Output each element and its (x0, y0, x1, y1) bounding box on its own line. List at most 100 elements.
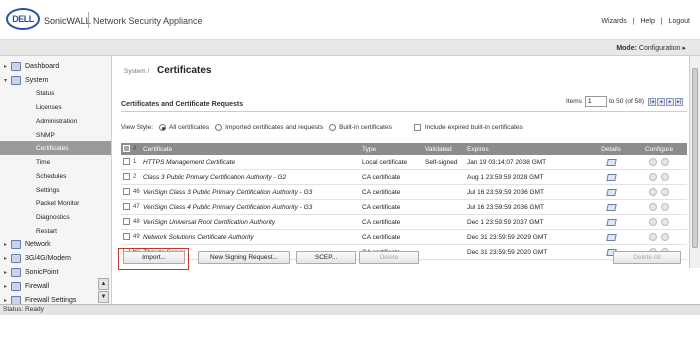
action-buttons: Import... New Signing Request... SCEP...… (118, 248, 687, 270)
details-icon[interactable] (605, 173, 617, 181)
sidebar-item-settings[interactable]: Settings (0, 183, 111, 197)
sidebar-item-licenses[interactable]: Licenses (0, 100, 111, 114)
sidebar-item-snmp[interactable]: SNMP (0, 128, 111, 142)
wizards-link[interactable]: Wizards (601, 18, 626, 25)
sidebar-item-label: 3G/4G/Modem (25, 254, 71, 262)
breadcrumb[interactable]: System / (124, 68, 149, 75)
import-icon[interactable] (661, 173, 669, 181)
next-page-button[interactable]: ▸ (666, 97, 674, 106)
include-expired-checkbox[interactable] (413, 124, 421, 131)
table-row: 49 Network Solutions Certificate Authori… (121, 230, 687, 245)
details-icon[interactable] (605, 158, 617, 166)
sidebar-item-schedules[interactable]: Schedules (0, 169, 111, 183)
radio-imported-certificates[interactable] (215, 124, 223, 131)
sidebar-scroll-controls: ▲ ▼ (98, 278, 110, 304)
certificate-name: Class 3 Public Primary Certification Aut… (143, 173, 287, 181)
brand-name: SonicWALL (44, 16, 91, 26)
details-icon[interactable] (605, 233, 617, 241)
row-checkbox[interactable] (123, 217, 130, 225)
radio-label: Built-in certificates (339, 124, 392, 131)
select-all-checkbox[interactable] (123, 144, 130, 152)
checkbox-label: Include expired built-in certificates (424, 124, 523, 131)
import-icon[interactable] (661, 158, 669, 166)
export-icon[interactable] (649, 218, 657, 226)
col-certificate[interactable]: Certificate (143, 146, 362, 153)
row-checkbox[interactable] (123, 157, 130, 165)
network-icon (11, 239, 21, 249)
certificate-expires: Dec 31 23:59:59 2029 GMT (467, 233, 548, 241)
export-icon[interactable] (649, 233, 657, 241)
scrollbar-thumb[interactable] (692, 68, 698, 248)
import-icon[interactable] (661, 233, 669, 241)
radio-built-in-certificates[interactable] (329, 124, 337, 131)
export-icon[interactable] (649, 203, 657, 211)
items-range: to 50 (of 58) (608, 98, 644, 105)
sidebar-item-label: SonicPoint (25, 268, 59, 276)
row-checkbox[interactable] (123, 187, 130, 195)
sidebar-item-dashboard[interactable]: ▸ Dashboard (4, 59, 59, 73)
sonicpoint-icon (11, 267, 21, 277)
import-icon[interactable] (661, 203, 669, 211)
sidebar-item-time[interactable]: Time (0, 155, 111, 169)
sidebar-item-3g4g-modem[interactable]: ▸ 3G/4G/Modem (4, 251, 71, 265)
expand-arrow-icon: ▸ (4, 255, 8, 262)
sidebar-item-label: System (25, 76, 49, 84)
certificate-name: HTTPS Management Certificate (143, 158, 236, 166)
help-link[interactable]: Help (640, 18, 654, 25)
export-icon[interactable] (649, 188, 657, 196)
radio-all-certificates[interactable] (159, 124, 167, 131)
certificate-name: VeriSign Class 3 Public Primary Certific… (143, 188, 313, 196)
scep-button[interactable]: SCEP... (296, 251, 356, 264)
export-icon[interactable] (649, 158, 657, 166)
delete-all-button[interactable]: Delete All (613, 251, 681, 264)
row-checkbox[interactable] (123, 172, 130, 180)
status-bar: Status: Ready (0, 304, 700, 315)
col-details: Details (601, 145, 621, 153)
logout-link[interactable]: Logout (669, 18, 690, 25)
radio-label: All certificates (169, 124, 210, 131)
sidebar-item-diagnostics[interactable]: Diagnostics (0, 210, 111, 224)
sidebar-item-label: Dashboard (25, 62, 60, 70)
scroll-down-button[interactable]: ▼ (98, 291, 109, 303)
sidebar-item-firewall[interactable]: ▸ Firewall (4, 279, 49, 293)
main-scrollbar[interactable] (689, 56, 700, 268)
prev-page-button[interactable]: ◂ (657, 97, 665, 106)
row-checkbox[interactable] (123, 202, 130, 210)
sidebar: ▸ Dashboard ▾ System Status Licenses Adm… (0, 56, 112, 304)
sidebar-item-restart[interactable]: Restart (0, 224, 111, 238)
certificate-name: VeriSign Universal Root Certification Au… (143, 218, 276, 226)
sidebar-item-firewall-settings[interactable]: ▸ Firewall Settings (4, 293, 76, 304)
import-button[interactable]: Import... (123, 251, 185, 264)
first-page-button[interactable]: |◂ (648, 97, 656, 106)
col-index: # (133, 146, 137, 152)
details-icon[interactable] (605, 188, 617, 196)
view-style-label: View Style: (121, 124, 154, 131)
dell-logo: DELL (6, 8, 40, 30)
sidebar-item-sonicpoint[interactable]: ▸ SonicPoint (4, 265, 58, 279)
sidebar-item-network[interactable]: ▸ Network (4, 237, 51, 251)
mode-selector[interactable]: Mode: Configuration ▸ (616, 44, 686, 52)
details-icon[interactable] (605, 218, 617, 226)
sidebar-item-certificates[interactable]: Certificates (0, 141, 111, 155)
certificate-type: CA certificate (362, 203, 401, 211)
col-validated[interactable]: Validated (425, 146, 467, 153)
dashboard-icon (11, 61, 21, 71)
col-type[interactable]: Type (362, 146, 425, 153)
sidebar-item-status[interactable]: Status (0, 86, 111, 100)
sidebar-item-packet-monitor[interactable]: Packet Monitor (0, 196, 111, 210)
sidebar-item-administration[interactable]: Administration (0, 114, 111, 128)
new-signing-request-button[interactable]: New Signing Request... (198, 251, 290, 264)
scroll-up-button[interactable]: ▲ (98, 278, 109, 290)
delete-button[interactable]: Delete (359, 251, 419, 264)
items-start-input[interactable] (584, 96, 607, 107)
import-icon[interactable] (661, 218, 669, 226)
sidebar-item-system[interactable]: ▾ System (4, 73, 48, 87)
row-checkbox[interactable] (123, 232, 130, 240)
export-icon[interactable] (649, 173, 657, 181)
import-icon[interactable] (661, 188, 669, 196)
col-expires[interactable]: Expires (467, 146, 588, 153)
firewall-settings-icon (11, 295, 21, 304)
certificate-expires: Jan 19 03:14:07 2038 GMT (467, 158, 547, 166)
details-icon[interactable] (605, 203, 617, 211)
last-page-button[interactable]: ▸| (675, 97, 683, 106)
